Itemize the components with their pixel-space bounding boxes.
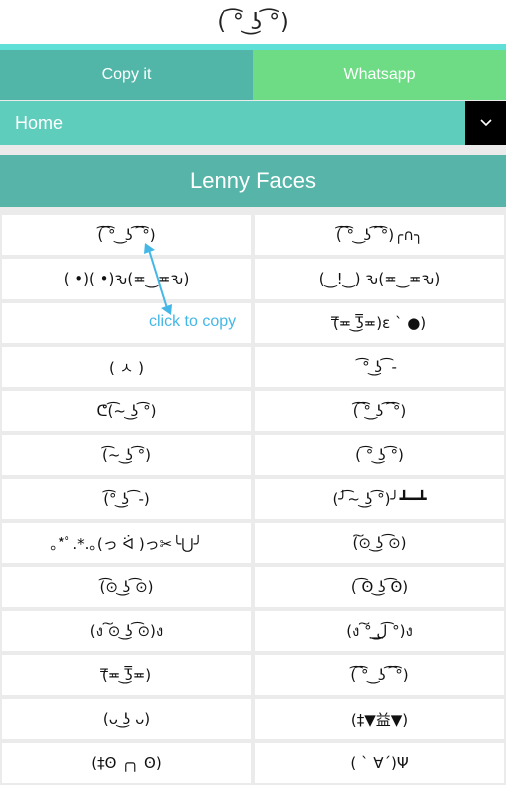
nav-toggle-button[interactable] xyxy=(465,101,506,145)
face-item[interactable]: (͡ ͡° ͜ ʖ ͡ ͡°) xyxy=(255,655,504,695)
nav-current-category[interactable]: Home xyxy=(0,101,465,145)
whatsapp-button[interactable]: Whatsapp xyxy=(253,50,506,100)
face-item[interactable]: (͡~ ͜ʖ ͡°) xyxy=(2,435,251,475)
click-to-copy-tooltip: click to copy xyxy=(149,313,237,330)
face-item[interactable]: (ง ͠⊙ ͜ʖ ͡⊙)ง xyxy=(2,611,251,651)
face-item[interactable]: (‡▼益▼) xyxy=(255,699,504,739)
section-title: Lenny Faces xyxy=(0,155,506,207)
face-item[interactable]: (ง ͠° ͟ل͜ ͡°)ง xyxy=(255,611,504,651)
chevron-down-icon xyxy=(479,119,492,127)
face-item[interactable]: ( •)( •)ԅ(≖‿≖ԅ) xyxy=(2,259,251,299)
face-item[interactable]: (͡ ͡° ͜ ʖ ͡ ͡°)╭∩╮ xyxy=(255,215,504,255)
category-nav[interactable]: Home xyxy=(0,101,506,145)
face-item[interactable]: (ᴗ ͜ʖ ᴗ) xyxy=(2,699,251,739)
face-preview: ( ͡° ͜ʖ ͡°) xyxy=(0,0,506,44)
face-item[interactable]: (̿≖ ͜ʖ̿≖)ε ` ●) xyxy=(255,303,504,343)
face-item[interactable]: ( ㅅ ) xyxy=(2,347,251,387)
face-item[interactable]: (͡ ͡° ͜ ʖ ͡ ͡°) xyxy=(2,215,251,255)
face-item[interactable]: (╯͡~ ͜ʖ ͡°)╯┻━┻ xyxy=(255,479,504,519)
face-item[interactable]: ( ͡° ͜ʖ ͡°) xyxy=(255,435,504,475)
face-item[interactable]: (͡ ͡°͜ ʖ ͡ ͡°) xyxy=(255,391,504,431)
face-item[interactable]: (̿≖ ͜ʖ̿≖) xyxy=(2,655,251,695)
face-item[interactable]: ͡° ͜ʖ ͡ - xyxy=(255,347,504,387)
tooltip-arrow-icon xyxy=(144,243,172,315)
action-bar: Copy it Whatsapp xyxy=(0,50,506,100)
face-item[interactable]: (͡° ͜ʖ ͡ -) xyxy=(2,479,251,519)
preview-face-text: ( ͡° ͜ʖ ͡°) xyxy=(217,9,289,35)
copy-button[interactable]: Copy it xyxy=(0,50,253,100)
faces-grid: (͡ ͡° ͜ ʖ ͡ ͡°) (͡ ͡° ͜ ʖ ͡ ͡°)╭∩╮( •)( •… xyxy=(0,207,506,783)
face-item[interactable]: ｡*ﾟ.*.｡(っ ᐛ )っ✂╰⋃╯ xyxy=(2,523,251,563)
face-item[interactable]: ( ͡ʘ ͜ʖ ͡ʘ) xyxy=(255,567,504,607)
face-item[interactable]: ᕦ(͡~ ͜ʖ ͡°) xyxy=(2,391,251,431)
face-item[interactable]: (͠⊙ ͜ʖ ͡⊙) xyxy=(255,523,504,563)
face-item[interactable]: ( ` ∀´)Ψ xyxy=(255,743,504,783)
face-item[interactable]: (͡⊙ ͜ʖ ͡⊙) xyxy=(2,567,251,607)
face-item[interactable]: (‿!‿) ԅ(≖‿≖ԅ) xyxy=(255,259,504,299)
face-item[interactable]: (‡ʘ ╭╮ ʘ) xyxy=(2,743,251,783)
